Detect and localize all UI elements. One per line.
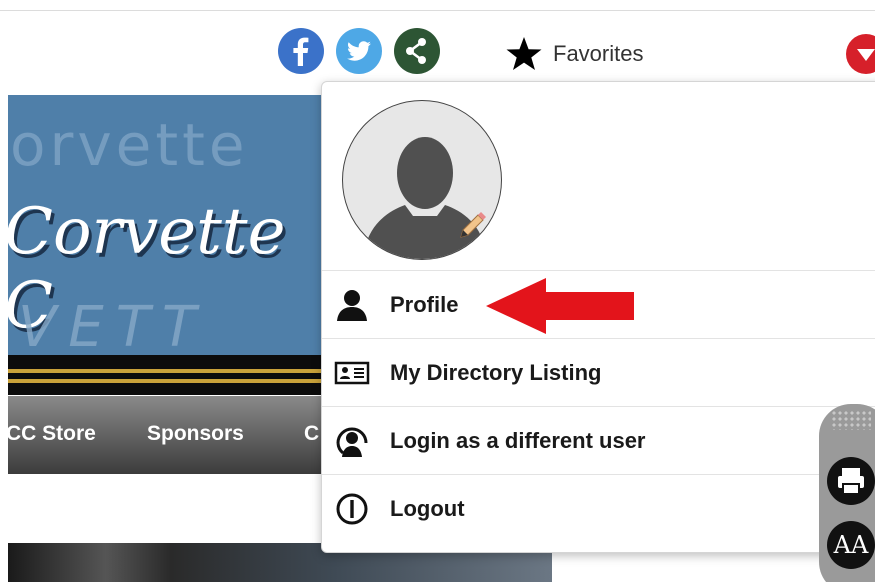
main-nav: CC Store Sponsors C	[6, 396, 328, 474]
nav-item-store[interactable]: CC Store	[6, 422, 96, 446]
star-icon	[506, 37, 542, 70]
printer-icon	[838, 468, 864, 495]
annotation-arrow	[486, 278, 634, 334]
favorites-button[interactable]: Favorites	[505, 36, 643, 72]
menu-item-login-different-user[interactable]: Login as a different user	[322, 406, 875, 474]
gold-stripe	[8, 369, 328, 373]
menu-label-profile: Profile	[390, 291, 459, 317]
avatar[interactable]	[342, 100, 502, 260]
top-divider	[0, 10, 875, 11]
menu-label-logout: Logout	[390, 495, 465, 521]
menu-item-directory-listing[interactable]: My Directory Listing	[322, 338, 875, 406]
caret-down-icon	[857, 49, 875, 61]
nav-item-sponsors[interactable]: Sponsors	[147, 422, 244, 446]
dropdown-toggle-button[interactable]	[846, 34, 875, 74]
person-icon	[337, 289, 367, 321]
text-size-button[interactable]: AA	[827, 521, 875, 569]
site-banner: orvette Corvette C VETT	[8, 95, 328, 355]
banner-stripe	[8, 355, 328, 395]
power-icon	[336, 493, 368, 524]
banner-ghost-text-top: orvette	[10, 111, 249, 179]
print-button[interactable]	[827, 457, 875, 505]
menu-label-login-different-user: Login as a different user	[390, 427, 646, 453]
pencil-icon	[460, 212, 486, 238]
switch-user-icon	[336, 427, 368, 457]
id-card-icon	[334, 361, 370, 384]
twitter-icon[interactable]	[336, 28, 382, 74]
drag-handle[interactable]	[831, 410, 871, 430]
favorites-label: Favorites	[553, 41, 644, 66]
facebook-icon[interactable]	[278, 28, 324, 74]
gold-stripe	[8, 379, 328, 383]
share-icon[interactable]	[394, 28, 440, 74]
menu-item-logout[interactable]: Logout	[322, 474, 875, 542]
banner-ghost-text-bottom: VETT	[18, 295, 209, 355]
menu-label-directory-listing: My Directory Listing	[390, 359, 602, 385]
nav-item-partial[interactable]: C	[304, 422, 319, 446]
accessibility-toolbar: AA	[819, 404, 875, 582]
